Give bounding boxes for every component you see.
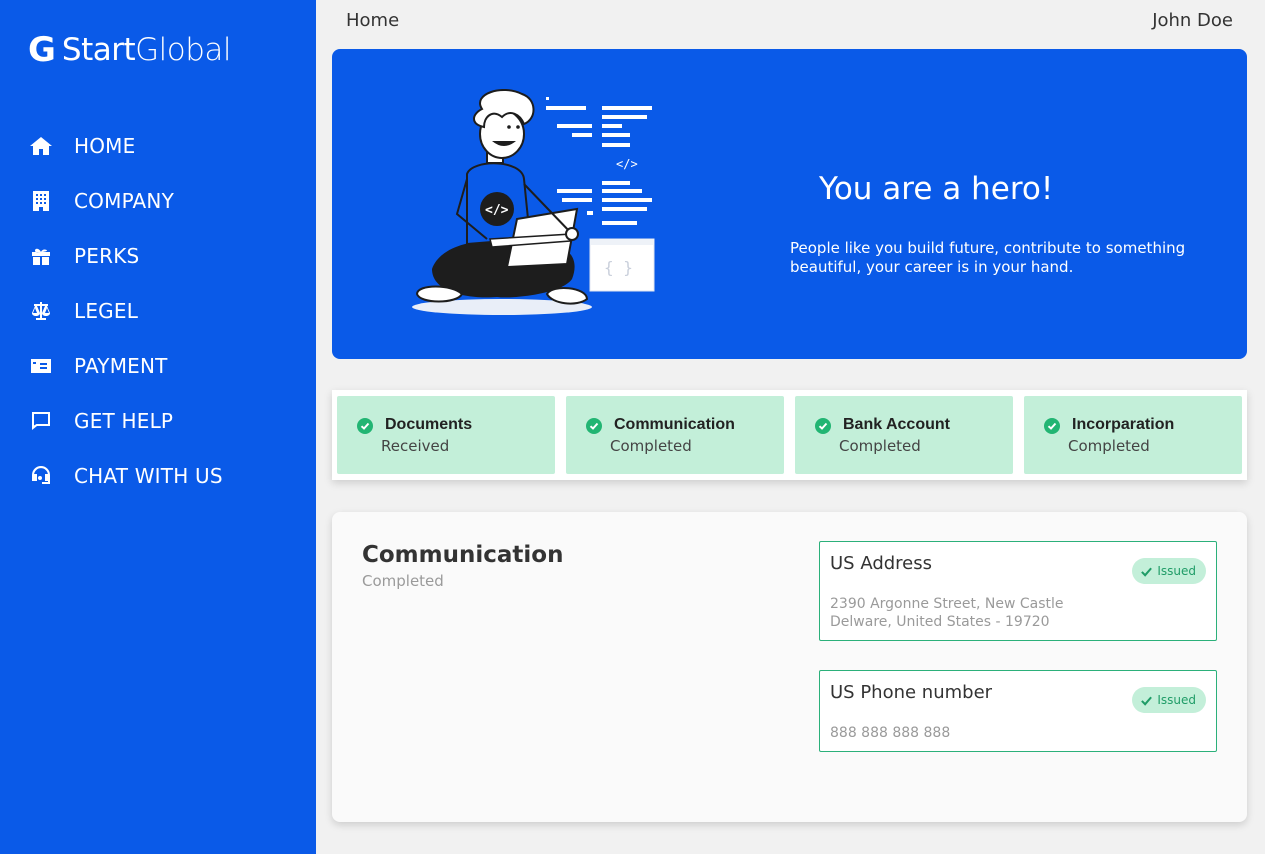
sidebar-item-label: PAYMENT: [74, 353, 168, 378]
us-address-box[interactable]: US Address Issued 2390 Argonne Street, N…: [819, 541, 1217, 641]
step-title: Incorparation: [1072, 416, 1175, 433]
detail-status: Completed: [362, 572, 444, 590]
breadcrumb[interactable]: Home: [346, 10, 399, 31]
sidebar-item-company[interactable]: COMPANY: [28, 173, 308, 228]
building-icon: [28, 188, 54, 214]
sidebar-item-chat[interactable]: CHAT WITH US: [28, 448, 308, 503]
step-status: Received: [381, 437, 450, 455]
us-phone-box[interactable]: US Phone number Issued 888 888 888 888: [819, 670, 1217, 752]
hero-text: People like you build future, contribute…: [790, 239, 1186, 276]
svg-text:</>: </>: [485, 203, 509, 218]
headset-icon: [28, 463, 54, 489]
hero-code-tag: </>: [616, 157, 638, 171]
check-circle-icon: [1044, 418, 1060, 434]
sidebar-item-legal[interactable]: LEGEL: [28, 283, 308, 338]
check-circle-icon: [357, 418, 373, 434]
status-badge: Issued: [1132, 558, 1206, 584]
step-title: Bank Account: [843, 416, 950, 433]
sidebar: G StartGlobal HOME COMPANY PERKS LEGEL P…: [0, 0, 316, 854]
check-icon: [1141, 567, 1153, 577]
sidebar-item-label: HOME: [74, 133, 136, 158]
brand-name-bold: Start: [61, 32, 136, 68]
info-title: US Address: [830, 553, 933, 574]
step-title: Documents: [385, 416, 473, 433]
communication-detail-card: Communication Completed US Address Issue…: [332, 512, 1247, 822]
info-title: US Phone number: [830, 682, 993, 703]
sidebar-item-label: CHAT WITH US: [74, 463, 223, 488]
sidebar-item-label: LEGEL: [74, 298, 139, 323]
info-value: 2390 Argonne Street, New Castle Delware,…: [830, 595, 1130, 631]
scale-icon: [28, 298, 54, 324]
badge-label: Issued: [1157, 693, 1196, 707]
phone-value: 888 888 888 888: [830, 725, 951, 741]
step-card-incorporation[interactable]: Incorparation Completed: [1024, 396, 1242, 474]
hero-bracket-tag: { }: [604, 258, 633, 277]
address-line-1: 2390 Argonne Street, New Castle: [830, 596, 1064, 612]
home-icon: [28, 133, 54, 159]
sidebar-item-label: GET HELP: [74, 408, 174, 433]
step-title: Communication: [614, 416, 735, 433]
badge-label: Issued: [1157, 564, 1196, 578]
sidebar-item-get-help[interactable]: GET HELP: [28, 393, 308, 448]
brand-name: StartGlobal: [61, 32, 232, 68]
sidebar-item-label: PERKS: [74, 243, 140, 268]
chat-bubble-icon: [28, 408, 54, 434]
payment-card-icon: [28, 353, 54, 379]
progress-steps: Documents Received Communication Complet…: [332, 390, 1247, 480]
step-card-documents[interactable]: Documents Received: [337, 396, 555, 474]
step-card-communication[interactable]: Communication Completed: [566, 396, 784, 474]
sidebar-item-perks[interactable]: PERKS: [28, 228, 308, 283]
sidebar-item-label: COMPANY: [74, 188, 175, 213]
status-badge: Issued: [1132, 687, 1206, 713]
check-icon: [1141, 696, 1153, 706]
brand-mark: G: [28, 30, 56, 70]
brand-name-light: Global: [135, 32, 232, 68]
developer-illustration: </> { } </>: [412, 89, 655, 315]
step-card-bank-account[interactable]: Bank Account Completed: [795, 396, 1013, 474]
check-circle-icon: [815, 418, 831, 434]
check-circle-icon: [586, 418, 602, 434]
sidebar-nav: HOME COMPANY PERKS LEGEL PAYMENT GET HEL…: [28, 118, 308, 503]
detail-title: Communication: [362, 542, 564, 568]
step-status: Completed: [610, 437, 692, 455]
brand-logo[interactable]: G StartGlobal: [28, 30, 232, 70]
user-name[interactable]: John Doe: [1152, 10, 1233, 31]
step-status: Completed: [839, 437, 921, 455]
sidebar-item-payment[interactable]: PAYMENT: [28, 338, 308, 393]
step-status: Completed: [1068, 437, 1150, 455]
hero-banner: </> { } </> You are a hero! People like …: [332, 49, 1247, 359]
hero-title: You are a hero!: [819, 171, 1054, 207]
gift-icon: [28, 243, 54, 269]
address-line-2: Delware, United States - 19720: [830, 614, 1050, 630]
sidebar-item-home[interactable]: HOME: [28, 118, 308, 173]
